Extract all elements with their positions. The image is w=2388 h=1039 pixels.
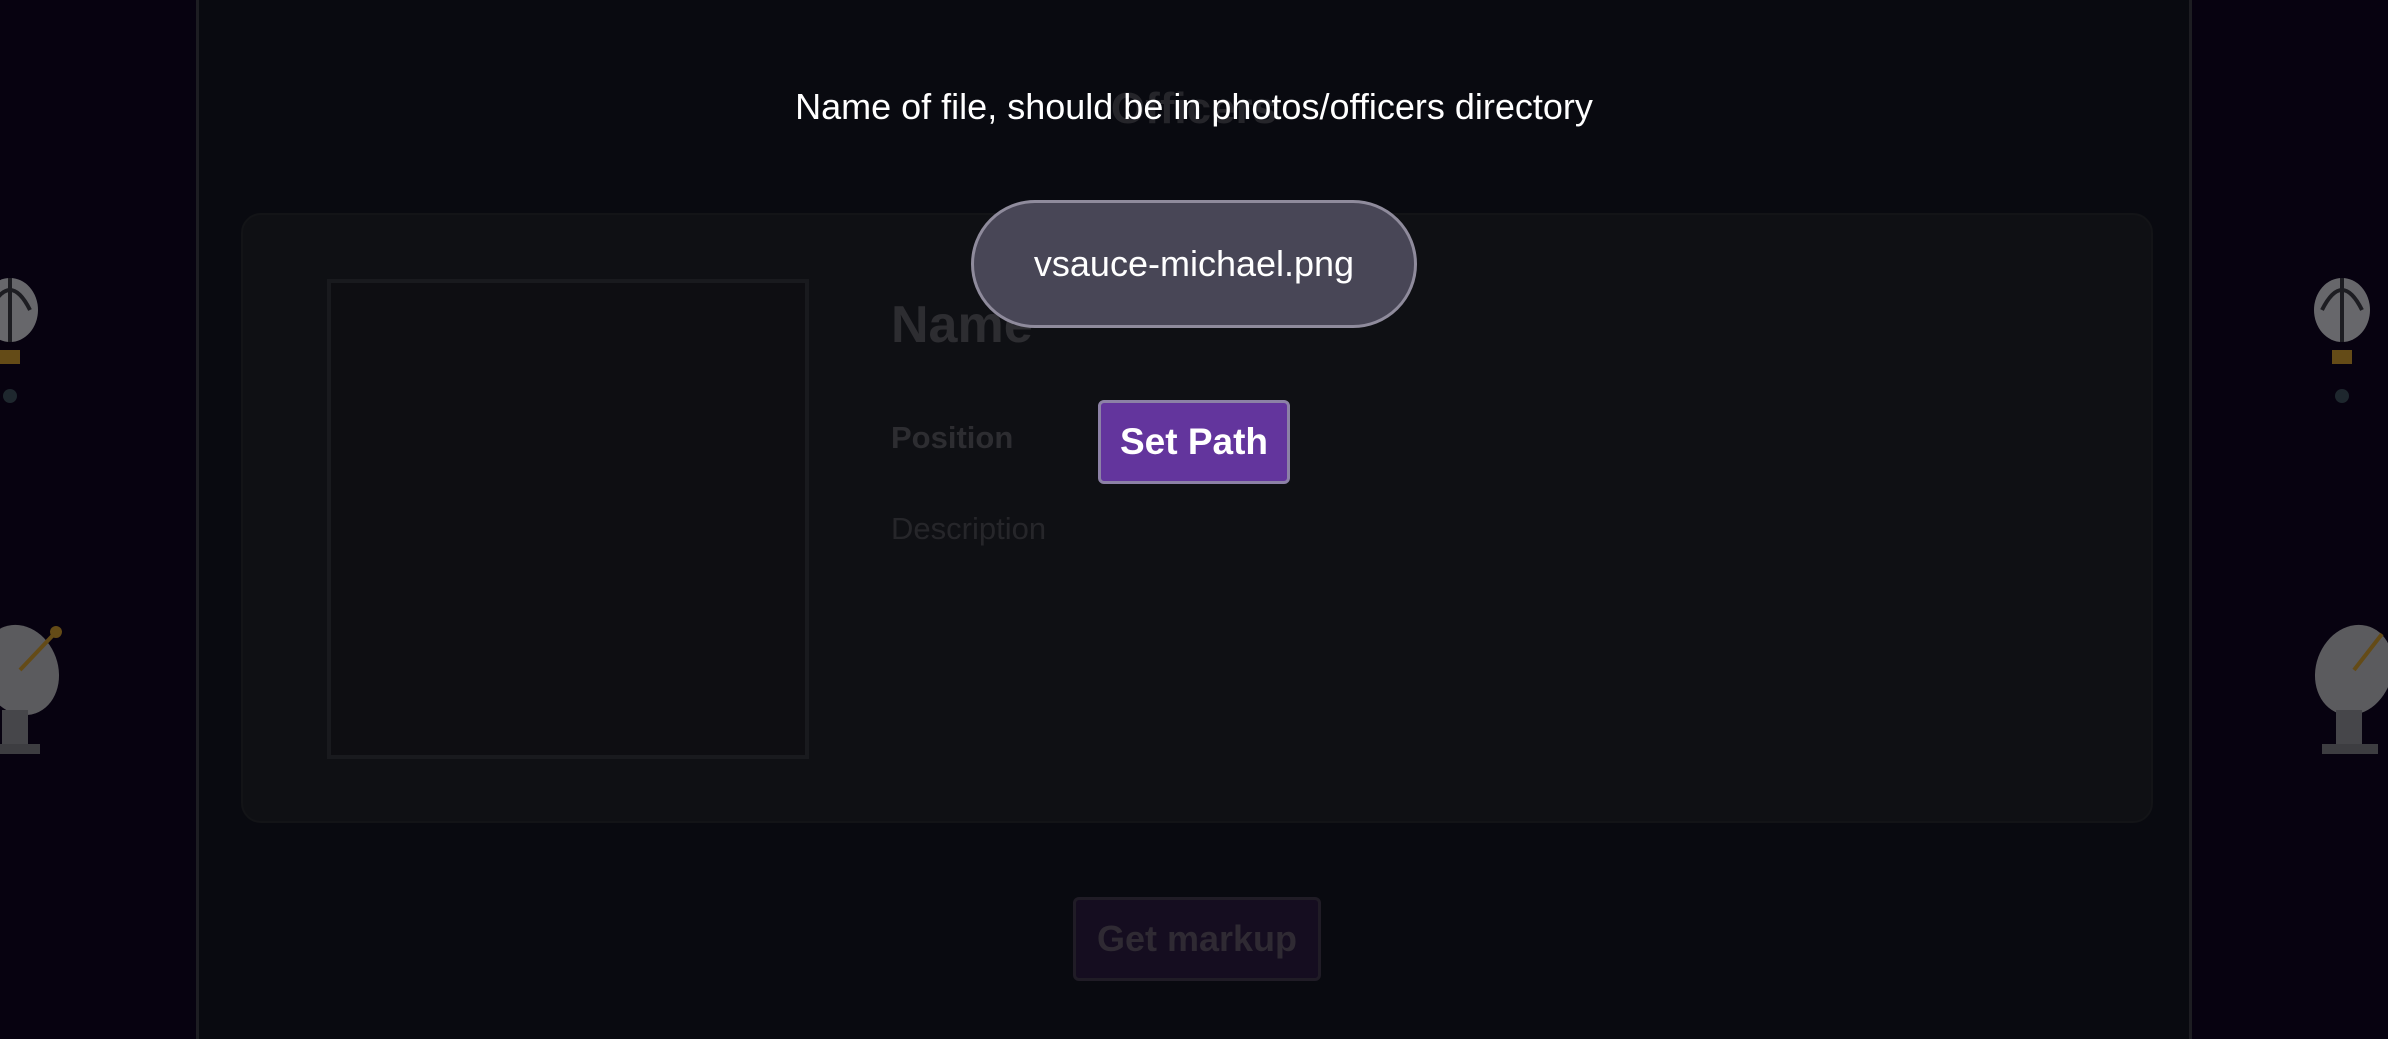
set-path-button[interactable]: Set Path bbox=[1098, 400, 1290, 484]
photo-path-input[interactable] bbox=[971, 200, 1417, 328]
modal-overlay bbox=[0, 0, 2388, 1039]
modal-prompt: Name of file, should be in photos/office… bbox=[795, 86, 1593, 127]
